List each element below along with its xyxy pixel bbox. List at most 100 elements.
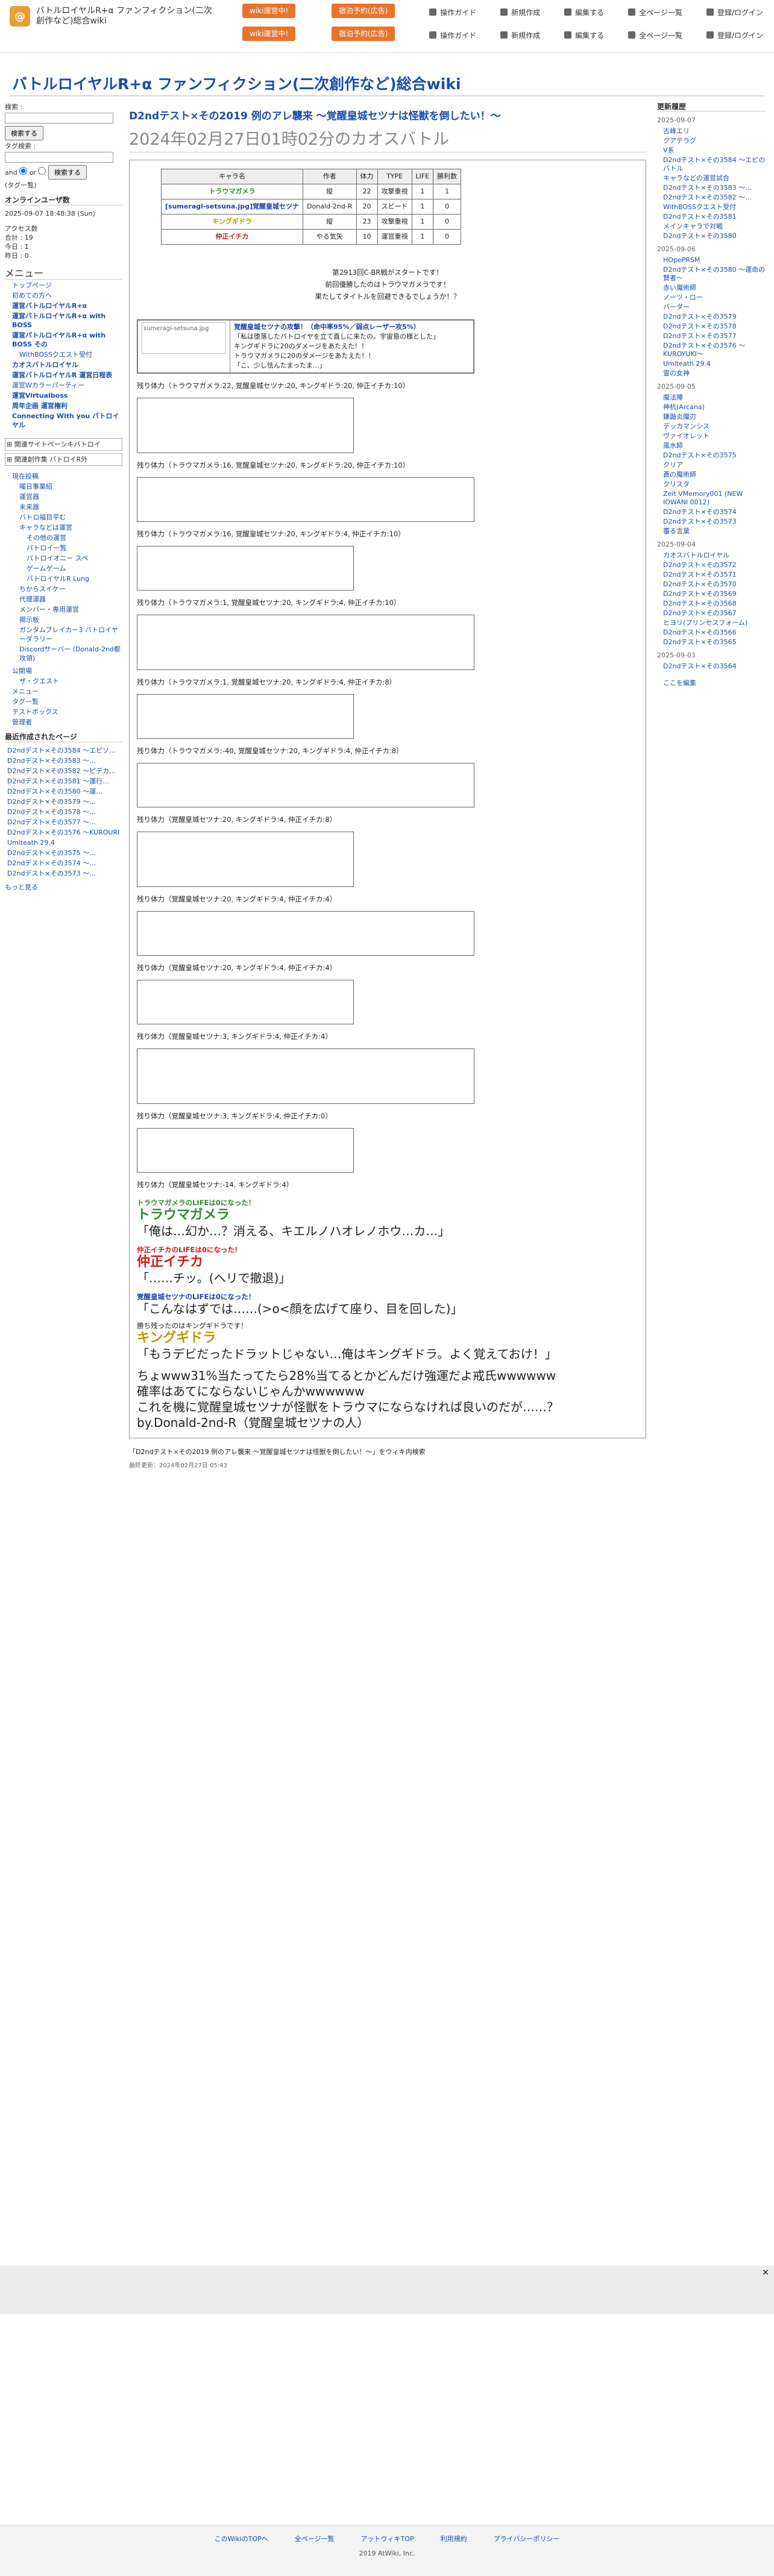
recent-item[interactable]: D2ndデスト×その3576 〜KUROURI [7, 829, 119, 836]
tool-guide-2[interactable]: 操作ガイド [429, 30, 476, 40]
footer-link[interactable]: 利用規約 [441, 2534, 467, 2543]
search-input[interactable] [5, 113, 113, 124]
tag-search-input[interactable] [5, 152, 113, 163]
sub-item[interactable]: 公開場 [12, 667, 32, 675]
recent-item[interactable]: D2ndデスト×その3575 〜… [7, 849, 96, 857]
recent-item[interactable]: D2ndデスト×その3574 〜… [7, 859, 96, 867]
update-item[interactable]: V系 [663, 146, 766, 155]
menu-item[interactable]: WithBOSSクエスト受付 [19, 351, 92, 359]
tool-new-2[interactable]: 新規作成 [500, 30, 540, 40]
update-item[interactable]: D2ndテスト×その3580 〜運命の賢者〜 [663, 266, 766, 283]
update-item[interactable]: Umiteath 29.4 [663, 360, 766, 368]
tree-item[interactable]: 未来器 [19, 503, 39, 511]
menu-item[interactable]: トップページ [12, 281, 52, 289]
update-item[interactable]: 鎌鼬炎魔刃 [663, 413, 766, 421]
update-item[interactable]: D2ndテスト×その3575 [663, 451, 766, 460]
recent-item[interactable]: D2ndデスト×その3580 〜運… [7, 788, 102, 795]
tool-all-pages-2[interactable]: 全ページ一覧 [628, 30, 682, 40]
menu-item[interactable]: 運営バトルロイヤルR+α with BOSS その [12, 331, 105, 348]
recent-item[interactable]: D2ndデスト×その3582 〜ピデカ… [7, 767, 116, 775]
tree-item[interactable]: 曜日事業紹 [19, 483, 52, 490]
more-link[interactable]: もっと見る [5, 883, 122, 892]
recent-item[interactable]: D2ndデスト×その3583 〜… [7, 757, 96, 765]
search-button[interactable]: 検索する [5, 126, 43, 140]
menu-item[interactable]: 運営Wカラーパーティー [12, 381, 84, 389]
update-item[interactable]: ヒヨリ(プリンセスフォーム) [663, 619, 766, 627]
tag-list-link[interactable]: (タグ一覧) [5, 181, 122, 190]
menu-item[interactable]: 運営バトルロイヤルR+α [12, 302, 87, 310]
menu-item[interactable]: 運営バトルロイヤルR+α with BOSS [12, 312, 105, 329]
tree-item[interactable]: 現在投稿 [12, 472, 39, 480]
tag-search-button[interactable]: 検索する [48, 165, 87, 180]
tool-login[interactable]: 登録/ログイン [706, 7, 763, 17]
update-item[interactable]: 古峰エリ [663, 127, 766, 136]
tool-all-pages[interactable]: 全ページ一覧 [628, 7, 682, 17]
tool-edit[interactable]: 編集する [564, 7, 604, 17]
update-item[interactable]: D2ndテスト×その3577 [663, 332, 766, 340]
search-wiki-link[interactable]: 「D2ndテスト×その2019 例のアレ襲来 〜覚醒皇城セツナは怪獣を倒したい！… [129, 1447, 646, 1456]
update-item[interactable]: D2ndテスト×その3574 [663, 508, 766, 516]
close-icon[interactable]: ✕ [761, 2268, 770, 2278]
update-item[interactable]: クアテラグ [663, 137, 766, 145]
right-more-link[interactable]: ここを編集 [663, 679, 766, 688]
tree-item[interactable]: ガンタムブレイカー3 バトロイヤーダラリー [19, 626, 118, 643]
tree-item[interactable]: バトロイヤルR Lung [27, 575, 89, 583]
recent-item[interactable]: D2ndデスト×その3584 〜エピソ… [7, 747, 116, 754]
site-title[interactable]: バトルロイヤルR+α ファンフィクション(二次創作など)総合wiki [12, 72, 461, 94]
update-item[interactable]: D2ndテスト×その3584 〜エピのバトル [663, 156, 766, 173]
menu-item[interactable]: 初めての方へ [12, 292, 52, 299]
update-item[interactable]: Zeit VMemory001 (NEW IOWANI 0012) [663, 490, 766, 507]
menu-item[interactable]: 運営バトルロイヤルR 運営日程表 [12, 371, 112, 379]
tool-guide[interactable]: 操作ガイド [429, 7, 476, 17]
update-item[interactable]: 魔法陣 [663, 393, 766, 402]
footer-link[interactable]: プライバシーポリシー [494, 2534, 560, 2543]
update-item[interactable]: パーダー [663, 303, 766, 312]
update-item[interactable]: D2ndテスト×その3579 [663, 313, 766, 321]
update-item[interactable]: 風水師 [663, 442, 766, 450]
recent-item[interactable]: D2ndデスト×その3573 〜… [7, 870, 96, 877]
update-item[interactable]: 蒼の魔術師 [663, 471, 766, 479]
wiki-logo[interactable]: @ バトルロイヤルR+α ファンフィクション(二次創作など)総合wiki [10, 6, 217, 27]
menu-item[interactable]: カオスバトルロイヤル [12, 361, 78, 369]
tree-item[interactable]: Discordサーバー (Donald-2nd都攻領) [19, 645, 121, 662]
tool-new[interactable]: 新規作成 [500, 7, 540, 17]
ad-button-4[interactable]: 宿泊予約(広告) [332, 27, 395, 41]
update-item[interactable]: D2ndテスト×その3578 [663, 322, 766, 331]
sub-item[interactable]: テストボックス [12, 708, 58, 716]
collapse-section-1[interactable]: ⊞ 関連サイトペーシキバトロイ [5, 438, 122, 451]
update-item[interactable]: D2ndテスト×その3573 [663, 518, 766, 526]
update-item[interactable]: クリア [663, 461, 766, 469]
and-radio[interactable] [19, 167, 28, 175]
update-item[interactable]: D2ndテスト×その3564 [663, 662, 766, 671]
sub-item[interactable]: タグ一覧 [12, 698, 39, 706]
update-item[interactable]: デッカマンシス [663, 422, 766, 431]
update-item[interactable]: D2ndテスト×その3566 [663, 628, 766, 637]
update-item[interactable]: D2ndテスト×その3567 [663, 609, 766, 618]
update-item[interactable]: 霊の女神 [663, 369, 766, 378]
tree-item[interactable]: ちからスイケー [19, 585, 66, 593]
update-item[interactable]: ノーツ・ロー [663, 293, 766, 302]
recent-item[interactable]: Umiteath 29.4 [7, 839, 55, 847]
ad-button-1[interactable]: wiki運営中! [242, 4, 296, 18]
update-item[interactable]: ヴァイオレット [663, 432, 766, 440]
update-item[interactable]: メインキャラで対戦 [663, 222, 766, 231]
update-item[interactable]: 神杭(Arcana) [663, 403, 766, 412]
update-item[interactable]: D2ndテスト×その3580 [663, 232, 766, 240]
tree-item[interactable]: 運営器 [19, 493, 39, 501]
tree-item[interactable]: バトロイ一覧 [27, 544, 66, 552]
tree-item[interactable]: 代理運器 [19, 595, 46, 603]
ad-button-2[interactable]: 宿泊予約(広告) [332, 4, 395, 18]
update-item[interactable]: WithBOSSクエスト受付 [663, 203, 766, 212]
update-item[interactable]: キャラなどの運営試合 [663, 174, 766, 183]
update-item[interactable]: 赤い魔術師 [663, 284, 766, 292]
menu-item[interactable]: 運営Virtualboss [12, 392, 68, 400]
update-item[interactable]: D2ndテスト×その3571 [663, 571, 766, 579]
tool-edit-2[interactable]: 編集する [564, 30, 604, 40]
update-item[interactable]: D2ndテスト×その3576 〜KUROYUKI〜 [663, 342, 766, 359]
update-item[interactable]: D2ndテスト×その3568 [663, 600, 766, 608]
update-item[interactable]: D2ndテスト×その3565 [663, 638, 766, 647]
update-item[interactable]: D2ndテスト×その3583 〜… [663, 184, 766, 192]
sub-item[interactable]: 管理者 [12, 718, 32, 726]
update-item[interactable]: カオスバトルロイヤル [663, 551, 766, 560]
sub-item[interactable]: メニュー [12, 688, 39, 695]
